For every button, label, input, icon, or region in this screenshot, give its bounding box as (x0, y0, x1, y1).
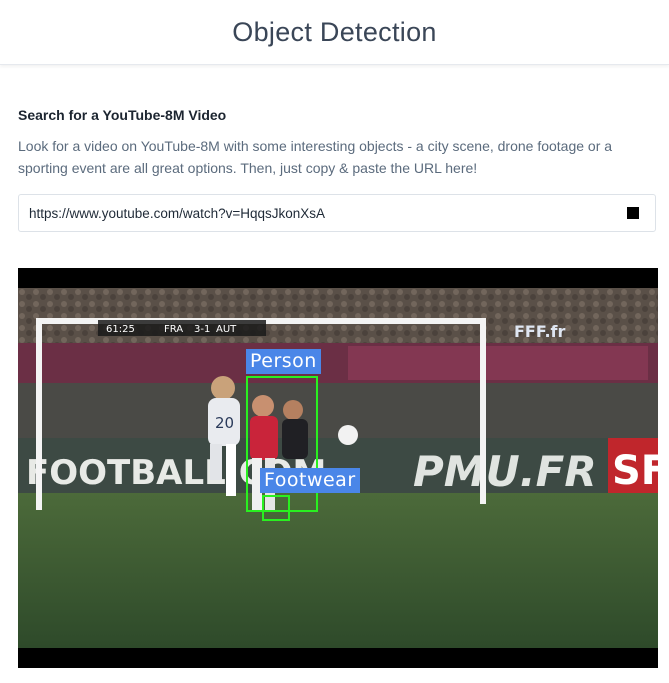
video-player[interactable]: FOOTBALL.COM PMU.FR SF 20 61:25 FRA 3-1 … (18, 268, 658, 668)
url-input[interactable] (19, 195, 619, 231)
broadcaster-logo: FFF.fr (514, 322, 565, 341)
search-description: Look for a video on YouTube-8M with some… (18, 138, 613, 176)
ad-board-pmu: PMU.FR (413, 447, 597, 496)
stop-button[interactable] (627, 207, 639, 219)
scoreboard-clock: 61:25 (106, 324, 135, 335)
scoreboard-home: FRA (164, 324, 183, 335)
footwear-detection-box (262, 495, 290, 521)
goal-post (480, 318, 486, 504)
ball (338, 425, 358, 445)
pitch (18, 493, 658, 648)
ad-board-sf: SF (612, 448, 658, 494)
footwear-detection-label: Footwear (260, 468, 360, 493)
person-detection-label: Person (246, 349, 321, 374)
goal-post (36, 320, 42, 510)
scoreboard-score: 3-1 (194, 324, 210, 335)
page-title: Object Detection (232, 16, 437, 47)
svg-text:20: 20 (215, 414, 234, 432)
header: Object Detection (0, 0, 669, 65)
url-field (18, 194, 656, 232)
section-heading: Search for a YouTube-8M Video (18, 107, 227, 123)
scoreboard-away: AUT (216, 324, 237, 335)
